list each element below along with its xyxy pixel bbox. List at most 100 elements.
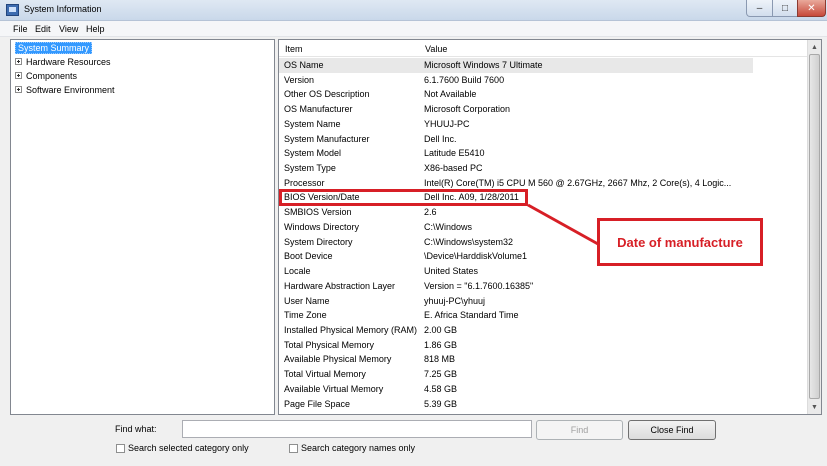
expand-icon[interactable] xyxy=(15,86,22,93)
tree-item-components[interactable]: Components xyxy=(15,69,77,82)
search-selected-category-checkbox[interactable]: Search selected category only xyxy=(116,443,249,453)
row-value-cell: E. Africa Standard Time xyxy=(424,310,519,321)
row-value-cell: 4.58 GB xyxy=(424,383,458,394)
table-row[interactable]: Hardware Abstraction Layer Version = "6.1… xyxy=(279,279,749,294)
row-item-cell: OS Name xyxy=(284,60,324,70)
row-item-cell: System Model xyxy=(284,148,342,159)
row-value-cell: 818 MB xyxy=(424,354,456,365)
tree-item-system-summary[interactable]: System Summary xyxy=(15,41,93,54)
expand-icon[interactable] xyxy=(15,58,22,65)
close-button[interactable]: ✕ xyxy=(797,0,826,17)
row-item-cell: Time Zone xyxy=(284,310,327,321)
row-item-cell: Locale xyxy=(284,266,311,277)
scroll-up-icon[interactable]: ▲ xyxy=(808,40,821,54)
column-header-item[interactable]: Item xyxy=(285,44,303,54)
table-row[interactable]: BIOS Version/Date Dell Inc. A09, 1/28/201… xyxy=(279,190,749,205)
vertical-scrollbar[interactable]: ▲ ▼ xyxy=(807,40,821,414)
row-item-cell: Windows Directory xyxy=(284,221,360,232)
table-row[interactable]: System Type X86-based PC xyxy=(279,161,749,176)
checkbox-icon[interactable] xyxy=(116,443,125,453)
menu-view[interactable]: View xyxy=(59,24,78,34)
table-row[interactable]: Locale United States xyxy=(279,264,749,279)
row-value-cell: Microsoft Windows 7 Ultimate xyxy=(424,60,543,70)
menu-file[interactable]: File xyxy=(13,24,28,34)
row-item-cell: Processor xyxy=(284,177,325,188)
find-bar: Find what: Find Close Find Search select… xyxy=(0,418,827,466)
table-row[interactable]: Available Physical Memory 818 MB xyxy=(279,352,749,367)
window-title: System Information xyxy=(24,4,102,14)
table-row[interactable]: System Directory C:\Windows\system32 xyxy=(279,235,749,250)
table-row[interactable]: System Name YHUUJ-PC xyxy=(279,117,749,132)
table-row[interactable]: Time Zone E. Africa Standard Time xyxy=(279,308,749,323)
system-information-window: System Information – □ ✕ File Edit View … xyxy=(0,0,827,466)
tree-item-software-environment[interactable]: Software Environment xyxy=(15,83,115,96)
table-row[interactable]: System Model Latitude E5410 xyxy=(279,146,749,161)
menu-help[interactable]: Help xyxy=(86,24,105,34)
row-value-cell: 2.00 GB xyxy=(424,324,458,335)
table-row[interactable]: Total Virtual Memory 7.25 GB xyxy=(279,367,749,382)
menu-edit[interactable]: Edit xyxy=(35,24,51,34)
table-row[interactable]: System Manufacturer Dell Inc. xyxy=(279,132,749,147)
column-header-value[interactable]: Value xyxy=(425,44,447,54)
table-row[interactable]: Page File Space 5.39 GB xyxy=(279,397,749,412)
search-category-names-checkbox[interactable]: Search category names only xyxy=(289,443,415,453)
table-row[interactable]: Boot Device \Device\HarddiskVolume1 xyxy=(279,249,749,264)
table-row[interactable]: OS Manufacturer Microsoft Corporation xyxy=(279,102,749,117)
table-row[interactable]: Version 6.1.7600 Build 7600 xyxy=(279,73,749,88)
row-value-cell: Intel(R) Core(TM) i5 CPU M 560 @ 2.67GHz… xyxy=(424,177,732,188)
table-row[interactable]: Other OS Description Not Available xyxy=(279,87,749,102)
minimize-button[interactable]: – xyxy=(746,0,773,17)
row-value-cell: Version = "6.1.7600.16385" xyxy=(424,280,534,291)
row-item-cell: Version xyxy=(284,74,315,85)
row-item-cell: User Name xyxy=(284,295,330,306)
category-tree[interactable]: System Summary Hardware Resources Compon… xyxy=(10,39,275,415)
row-value-cell: 6.1.7600 Build 7600 xyxy=(424,74,505,85)
row-value-cell: C:\Windows xyxy=(424,221,473,232)
row-value-cell: \Device\HarddiskVolume1 xyxy=(424,251,528,262)
row-item-cell: System Manufacturer xyxy=(284,133,370,144)
row-value-cell: 2.6 xyxy=(424,207,437,218)
table-row[interactable]: Available Virtual Memory 4.58 GB xyxy=(279,382,749,397)
title-bar[interactable]: System Information – □ ✕ xyxy=(0,0,827,21)
checkbox-label: Search category names only xyxy=(301,443,416,453)
menu-bar: File Edit View Help xyxy=(0,21,827,37)
row-item-cell: OS Manufacturer xyxy=(284,104,353,115)
scroll-down-icon[interactable]: ▼ xyxy=(808,400,821,414)
row-item-cell: BIOS Version/Date xyxy=(284,192,360,203)
scroll-thumb[interactable] xyxy=(809,54,820,399)
row-value-cell: 1.86 GB xyxy=(424,339,458,350)
row-value-cell: YHUUJ-PC xyxy=(424,118,470,129)
table-row[interactable]: Windows Directory C:\Windows xyxy=(279,220,749,235)
table-row[interactable]: Installed Physical Memory (RAM) 2.00 GB xyxy=(279,323,749,338)
table-row[interactable]: Processor Intel(R) Core(TM) i5 CPU M 560 … xyxy=(279,176,749,191)
find-label: Find what: xyxy=(115,424,157,434)
checkbox-icon[interactable] xyxy=(289,443,298,453)
row-item-cell: Available Physical Memory xyxy=(284,354,392,365)
row-value-cell: X86-based PC xyxy=(424,163,483,174)
checkbox-label: Search selected category only xyxy=(128,443,249,453)
table-row[interactable]: SMBIOS Version 2.6 xyxy=(279,205,749,220)
row-value-cell: Dell Inc. xyxy=(424,133,457,144)
find-button[interactable]: Find xyxy=(536,420,623,440)
row-item-cell: Installed Physical Memory (RAM) xyxy=(284,324,418,335)
expand-icon[interactable] xyxy=(15,72,22,79)
table-row[interactable]: User Name yhuuj-PC\yhuuj xyxy=(279,294,749,309)
table-row[interactable]: OS Name Microsoft Windows 7 Ultimate xyxy=(279,58,753,73)
row-value-cell: Latitude E5410 xyxy=(424,148,485,159)
row-value-cell: United States xyxy=(424,266,479,277)
find-input[interactable] xyxy=(182,420,532,438)
row-item-cell: Total Physical Memory xyxy=(284,339,375,350)
maximize-button[interactable]: □ xyxy=(772,0,798,17)
row-value-cell: Not Available xyxy=(424,89,477,100)
row-value-cell: yhuuj-PC\yhuuj xyxy=(424,295,486,306)
row-value-cell: C:\Windows\system32 xyxy=(424,236,514,247)
row-item-cell: System Type xyxy=(284,163,336,174)
row-item-cell: System Directory xyxy=(284,236,353,247)
tree-item-hardware-resources[interactable]: Hardware Resources xyxy=(15,55,111,68)
table-row[interactable]: Total Physical Memory 1.86 GB xyxy=(279,338,749,353)
details-list[interactable]: Item Value OS Name Microsoft Windows 7 Ul… xyxy=(278,39,822,415)
row-item-cell: Hardware Abstraction Layer xyxy=(284,280,396,291)
tree-item-label: Hardware Resources xyxy=(26,56,111,67)
row-value-cell: Dell Inc. A09, 1/28/2011 xyxy=(424,192,519,203)
close-find-button[interactable]: Close Find xyxy=(628,420,716,440)
